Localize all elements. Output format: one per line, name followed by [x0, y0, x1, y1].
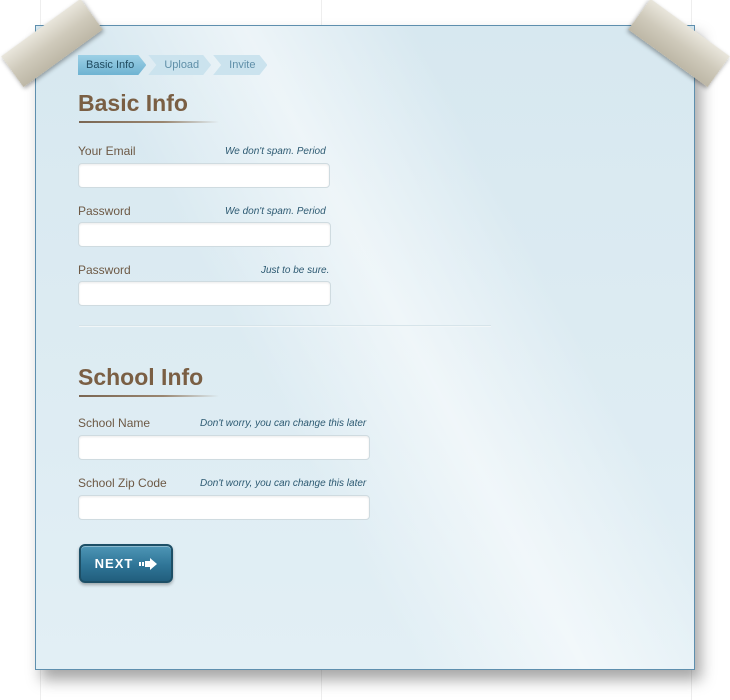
email-label: Your Email [78, 144, 136, 158]
password-confirm-label: Password [78, 263, 131, 277]
password-hint: We don't spam. Period [225, 206, 326, 217]
email-hint: We don't spam. Period [225, 146, 326, 157]
school-zip-label: School Zip Code [78, 476, 167, 490]
progress-steps: Basic Info Upload Invite [78, 55, 269, 75]
next-button[interactable]: NEXT [79, 544, 173, 583]
arrow-right-icon [139, 557, 158, 570]
school-name-field[interactable] [78, 435, 370, 460]
password-confirm-hint: Just to be sure. [261, 265, 330, 276]
school-name-label: School Name [78, 416, 151, 430]
school-info-title: School Info [78, 364, 204, 390]
step-basic-info[interactable]: Basic Info [78, 55, 146, 75]
school-zip-hint: Don't worry, you can change this later [200, 478, 367, 489]
email-field[interactable] [78, 163, 330, 188]
title-underline [79, 395, 219, 397]
next-button-label: NEXT [94, 556, 134, 571]
password-field[interactable] [78, 222, 331, 247]
step-invite[interactable]: Invite [213, 55, 267, 75]
basic-info-title: Basic Info [78, 90, 188, 116]
title-underline [79, 121, 219, 123]
password-confirm-field[interactable] [78, 281, 331, 306]
school-zip-field[interactable] [78, 495, 370, 520]
section-divider [79, 325, 491, 327]
step-upload[interactable]: Upload [148, 55, 211, 75]
password-label: Password [78, 204, 131, 218]
school-name-hint: Don't worry, you can change this later [200, 418, 367, 429]
